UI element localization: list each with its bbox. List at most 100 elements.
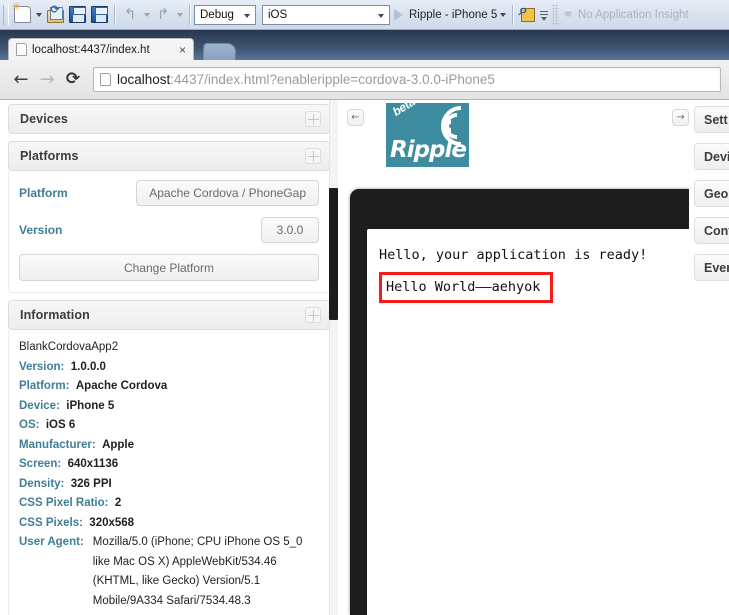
user-agent-line: Mobile/9A334 Safari/7534.48.3 <box>92 594 251 607</box>
undo-dropdown[interactable] <box>141 4 152 26</box>
platform-label: Platform <box>19 186 68 200</box>
find-button[interactable] <box>517 2 539 26</box>
toolbar-separator-1 <box>114 4 115 25</box>
forward-button[interactable]: → <box>34 67 60 93</box>
new-item-button[interactable] <box>11 2 33 26</box>
toolbar-grip-2[interactable] <box>552 3 560 26</box>
debug-target-label[interactable]: Ripple - iPhone 5 <box>409 9 497 21</box>
information-row-key: Version: <box>19 360 65 373</box>
address-bar[interactable]: localhost:4437/index.html?enableripple=c… <box>93 67 721 92</box>
change-platform-button[interactable]: Change Platform <box>19 254 319 281</box>
information-row-value: 640x1136 <box>61 458 119 470</box>
right-panel-tab[interactable]: Sett <box>694 106 729 133</box>
user-agent-line: like Mac OS X) AppleWebKit/534.46 <box>92 555 277 568</box>
device-frame: Hello, your application is ready! Hello … <box>350 189 689 615</box>
user-agent-label: User Agent: <box>19 536 84 548</box>
right-panel-tab[interactable]: Conf <box>694 217 729 244</box>
page-favicon-icon <box>16 43 27 56</box>
chevron-down-icon <box>378 13 384 18</box>
toolbar-separator-2 <box>189 4 190 25</box>
move-handle-icon[interactable] <box>305 148 321 164</box>
version-value[interactable]: 3.0.0 <box>261 217 319 243</box>
save-button[interactable] <box>66 4 88 26</box>
move-handle-icon[interactable] <box>305 111 321 127</box>
open-file-button[interactable] <box>44 4 66 26</box>
right-panel: Sett Devi Geo Conf Even <box>689 100 729 615</box>
app-name: BlankCordovaApp2 <box>19 341 119 353</box>
browser-tab[interactable]: localhost:4437/index.ht × <box>8 38 194 60</box>
ripple-beta-label: beta <box>390 103 418 119</box>
information-row: Manufacturer: Apple <box>19 436 319 456</box>
collapse-left-panel-button[interactable]: ← <box>347 109 364 126</box>
application-insights-icon: ⚭ <box>562 6 574 22</box>
new-tab-button[interactable] <box>202 43 237 60</box>
information-row-key: Device: <box>19 399 60 412</box>
solution-configuration-combo[interactable]: Debug <box>194 4 256 25</box>
platforms-panel-header[interactable]: Platforms <box>8 141 330 171</box>
collapse-right-panel-button[interactable]: → <box>672 109 689 126</box>
redo-button[interactable]: ↱ <box>152 4 174 26</box>
toolbar-overflow-icon[interactable] <box>539 6 549 23</box>
information-row-value: iOS 6 <box>39 419 76 431</box>
information-row-value: 1.0.0.0 <box>64 360 106 373</box>
information-row: CSS Pixels: 320x568 <box>19 514 319 534</box>
information-panel-header[interactable]: Information <box>8 300 330 330</box>
back-button[interactable]: ← <box>8 67 34 93</box>
information-row-key: Platform: <box>19 380 70 392</box>
information-panel-title: Information <box>20 308 90 322</box>
information-row: CSS Pixel Ratio: 2 <box>19 494 319 514</box>
information-row-value: 2 <box>108 497 122 509</box>
information-rows: Version: 1.0.0.0 Platform: Apache Cordova… <box>19 358 319 534</box>
right-panel-tabs: Sett Devi Geo Conf Even <box>689 106 729 291</box>
device-screen[interactable]: Hello, your application is ready! Hello … <box>367 229 689 615</box>
redo-icon: ↱ <box>156 5 170 23</box>
solution-platform-combo[interactable]: iOS <box>262 4 390 25</box>
devices-panel: Devices <box>8 104 330 134</box>
ripple-logo: beta Ripple <box>386 103 469 167</box>
chrome-browser-window: localhost:4437/index.ht × ← → ⟳ localhos… <box>0 30 729 615</box>
devices-panel-title: Devices <box>20 112 68 126</box>
information-row: Device: iPhone 5 <box>19 397 319 417</box>
move-handle-icon[interactable] <box>305 307 321 323</box>
information-row-value: iPhone 5 <box>59 399 115 412</box>
right-panel-tab[interactable]: Devi <box>694 143 729 170</box>
left-panel-scroll-thumb[interactable] <box>329 188 338 320</box>
user-agent-line: Mozilla/5.0 (iPhone; CPU iPhone OS 5_0 <box>92 536 303 548</box>
information-row-key: Screen: <box>19 458 62 470</box>
user-agent-value: Mozilla/5.0 (iPhone; CPU iPhone OS 5_0li… <box>93 533 303 611</box>
save-all-icon <box>90 6 108 23</box>
information-row-key: CSS Pixel Ratio: <box>19 497 109 509</box>
app-ready-text: Hello, your application is ready! <box>379 247 648 263</box>
redo-dropdown[interactable] <box>174 4 185 26</box>
information-row: OS: iOS 6 <box>19 416 319 436</box>
undo-button[interactable]: ↰ <box>119 4 141 26</box>
page-info-icon <box>100 73 111 86</box>
information-row: Density: 326 PPI <box>19 475 319 495</box>
browser-tab-title: localhost:4437/index.ht <box>32 43 150 56</box>
devices-panel-header[interactable]: Devices <box>8 104 330 134</box>
left-panel-scrollbar[interactable] <box>329 100 338 615</box>
save-all-button[interactable] <box>88 4 110 26</box>
solution-platform-value: iOS <box>268 8 288 21</box>
version-label: Version <box>19 223 63 237</box>
information-row: Screen: 640x1136 <box>19 455 319 475</box>
new-item-icon <box>12 2 31 23</box>
device-stage: ← → beta Ripple Hello, your application … <box>338 100 689 615</box>
toolbar-grip[interactable] <box>3 4 9 25</box>
information-row-value: 326 PPI <box>64 477 112 490</box>
information-row-value: Apple <box>95 438 135 451</box>
information-panel: Information BlankCordovaApp2 Version: 1.… <box>8 300 330 615</box>
right-panel-tab[interactable]: Even <box>694 254 729 281</box>
new-item-dropdown[interactable] <box>33 4 44 26</box>
information-row: Platform: Apache Cordova <box>19 377 319 397</box>
platforms-panel: Platforms Platform Apache Cordova / Phon… <box>8 141 330 293</box>
right-panel-tab[interactable]: Geo <box>694 180 729 207</box>
start-debug-icon[interactable] <box>394 8 403 21</box>
close-tab-icon[interactable]: × <box>176 44 189 56</box>
address-bar-url: localhost:4437/index.html?enableripple=c… <box>117 72 495 87</box>
debug-target-dropdown[interactable] <box>497 4 508 26</box>
app-highlight-text: Hello World——aehyok <box>379 272 554 303</box>
information-row-key: OS: <box>19 419 40 431</box>
platform-value[interactable]: Apache Cordova / PhoneGap <box>136 180 319 206</box>
reload-button[interactable]: ⟳ <box>60 67 86 93</box>
